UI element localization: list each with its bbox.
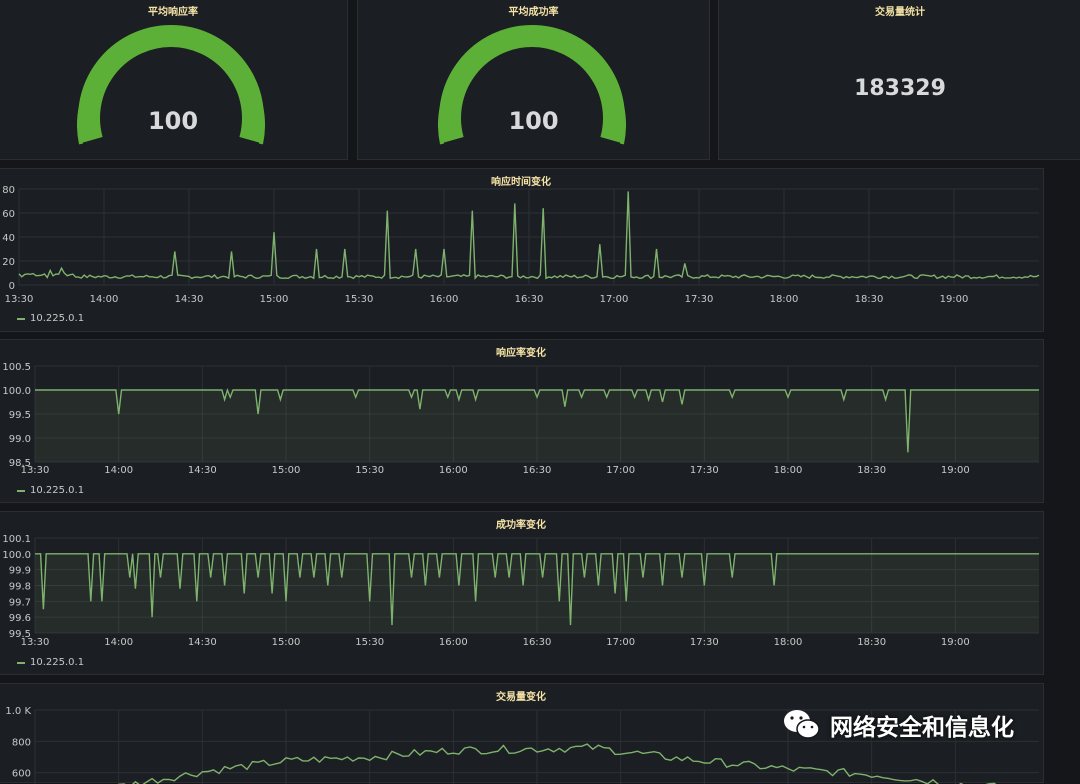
stat-value: 183329 xyxy=(854,76,946,101)
x-tick-label: 18:30 xyxy=(855,294,884,305)
x-tick-label: 16:30 xyxy=(523,465,552,476)
x-tick-label: 16:00 xyxy=(430,294,459,305)
x-tick-label: 14:00 xyxy=(104,465,133,476)
legend-label: 10.225.0.1 xyxy=(30,485,85,496)
x-tick-label: 18:00 xyxy=(774,637,803,648)
y-tick-label: 1.0 K xyxy=(5,706,31,717)
x-tick-label: 18:30 xyxy=(857,637,886,648)
x-tick-label: 16:00 xyxy=(439,637,468,648)
y-tick-label: 99.5 xyxy=(9,410,31,421)
wechat-icon xyxy=(784,710,820,739)
x-tick-label: 17:00 xyxy=(606,465,635,476)
x-tick-label: 14:30 xyxy=(188,637,217,648)
x-tick-label: 16:30 xyxy=(523,637,552,648)
x-tick-label: 14:00 xyxy=(90,294,119,305)
y-tick-label: 800 xyxy=(12,737,31,748)
watermark: 网络安全和信息化 xyxy=(782,708,1014,742)
x-tick-label: 19:00 xyxy=(941,465,970,476)
legend-swatch xyxy=(17,661,25,664)
gauge-panel-response-rate: 平均响应率 100 xyxy=(0,0,348,160)
x-tick-label: 17:00 xyxy=(606,637,635,648)
x-tick-label: 17:30 xyxy=(690,465,719,476)
gauge-arc xyxy=(438,25,626,145)
x-tick-label: 15:30 xyxy=(355,637,384,648)
legend-swatch xyxy=(17,317,25,320)
y-tick-label: 99.8 xyxy=(9,582,31,593)
y-tick-label: 40 xyxy=(2,233,15,244)
x-tick-label: 13:30 xyxy=(21,637,50,648)
legend: 10.225.0.1 xyxy=(17,313,84,324)
y-tick-label: 100.1 xyxy=(2,534,31,545)
x-tick-label: 15:00 xyxy=(260,294,289,305)
x-tick-label: 15:00 xyxy=(272,637,301,648)
legend-label: 10.225.0.1 xyxy=(30,313,85,324)
chart-panel-response-rate: 响应率变化 100.5 100.0 99.5 99.0 98.5 13:30 14:00 14… xyxy=(0,339,1044,503)
x-tick-label: 16:30 xyxy=(515,294,544,305)
x-tick-label: 19:00 xyxy=(940,294,969,305)
x-tick-label: 18:30 xyxy=(857,465,886,476)
watermark-text: 网络安全和信息化 xyxy=(830,715,1014,741)
y-tick-label: 100.5 xyxy=(2,362,31,373)
legend: 10.225.0.1 xyxy=(17,485,84,496)
y-tick-label: 60 xyxy=(2,209,15,220)
y-tick-label: 20 xyxy=(2,257,15,268)
x-tick-label: 18:00 xyxy=(770,294,799,305)
gauge-panel-success-rate: 平均成功率 100 xyxy=(357,0,710,160)
legend-swatch xyxy=(17,489,25,492)
x-tick-label: 14:30 xyxy=(175,294,204,305)
y-tick-label: 80 xyxy=(2,185,15,196)
x-tick-label: 17:00 xyxy=(600,294,629,305)
y-tick-label: 0 xyxy=(9,281,15,292)
y-tick-label: 100.0 xyxy=(2,386,31,397)
gauge-value: 100 xyxy=(508,107,559,135)
x-tick-label: 13:30 xyxy=(5,294,34,305)
chart-panel-response-time: 响应时间变化 80 60 40 20 0 13:30 14:00 14:30 15:00 15:3… xyxy=(0,168,1044,332)
stat-panel-transactions: 交易量统计 183329 xyxy=(718,0,1080,160)
series-area xyxy=(35,553,1039,633)
legend: 10.225.0.1 xyxy=(17,657,84,668)
y-tick-label: 99.9 xyxy=(9,566,31,577)
gauge-value: 100 xyxy=(147,107,199,135)
x-tick-label: 16:00 xyxy=(439,465,468,476)
y-tick-label: 100.0 xyxy=(2,550,31,561)
x-tick-label: 13:30 xyxy=(21,465,50,476)
chart-svg: 80 60 40 20 0 13:30 14:00 14:30 15:00 15:30 16:00 1… xyxy=(2,185,1040,305)
x-tick-label: 17:30 xyxy=(685,294,714,305)
chart-svg: 100.5100.099.599.098.513:30 14:00 14:30 15:… xyxy=(2,362,1039,476)
x-tick-label: 17:30 xyxy=(690,637,719,648)
y-tick-label: 99.7 xyxy=(9,597,31,608)
x-tick-label: 15:30 xyxy=(345,294,374,305)
x-tick-label: 15:30 xyxy=(355,465,384,476)
y-tick-label: 600 xyxy=(12,769,31,780)
gauge-arc xyxy=(77,25,265,145)
series-area xyxy=(35,390,1039,462)
legend-label: 10.225.0.1 xyxy=(30,657,85,668)
x-tick-label: 19:00 xyxy=(941,637,970,648)
y-tick-label: 99.0 xyxy=(9,434,31,445)
x-tick-label: 15:00 xyxy=(272,465,301,476)
x-tick-label: 14:30 xyxy=(188,465,217,476)
chart-panel-success-rate: 成功率变化 100.1 100.0 99.9 99.8 99.7 99.6 99.5 13:3… xyxy=(0,511,1044,675)
panel-title: 交易量统计 xyxy=(875,7,925,18)
chart-svg: 100.1100.099.999.899.799.699.513:30 14:00… xyxy=(2,534,1039,648)
y-tick-label: 99.6 xyxy=(9,613,31,624)
x-tick-label: 18:00 xyxy=(774,465,803,476)
x-tick-label: 14:00 xyxy=(104,637,133,648)
